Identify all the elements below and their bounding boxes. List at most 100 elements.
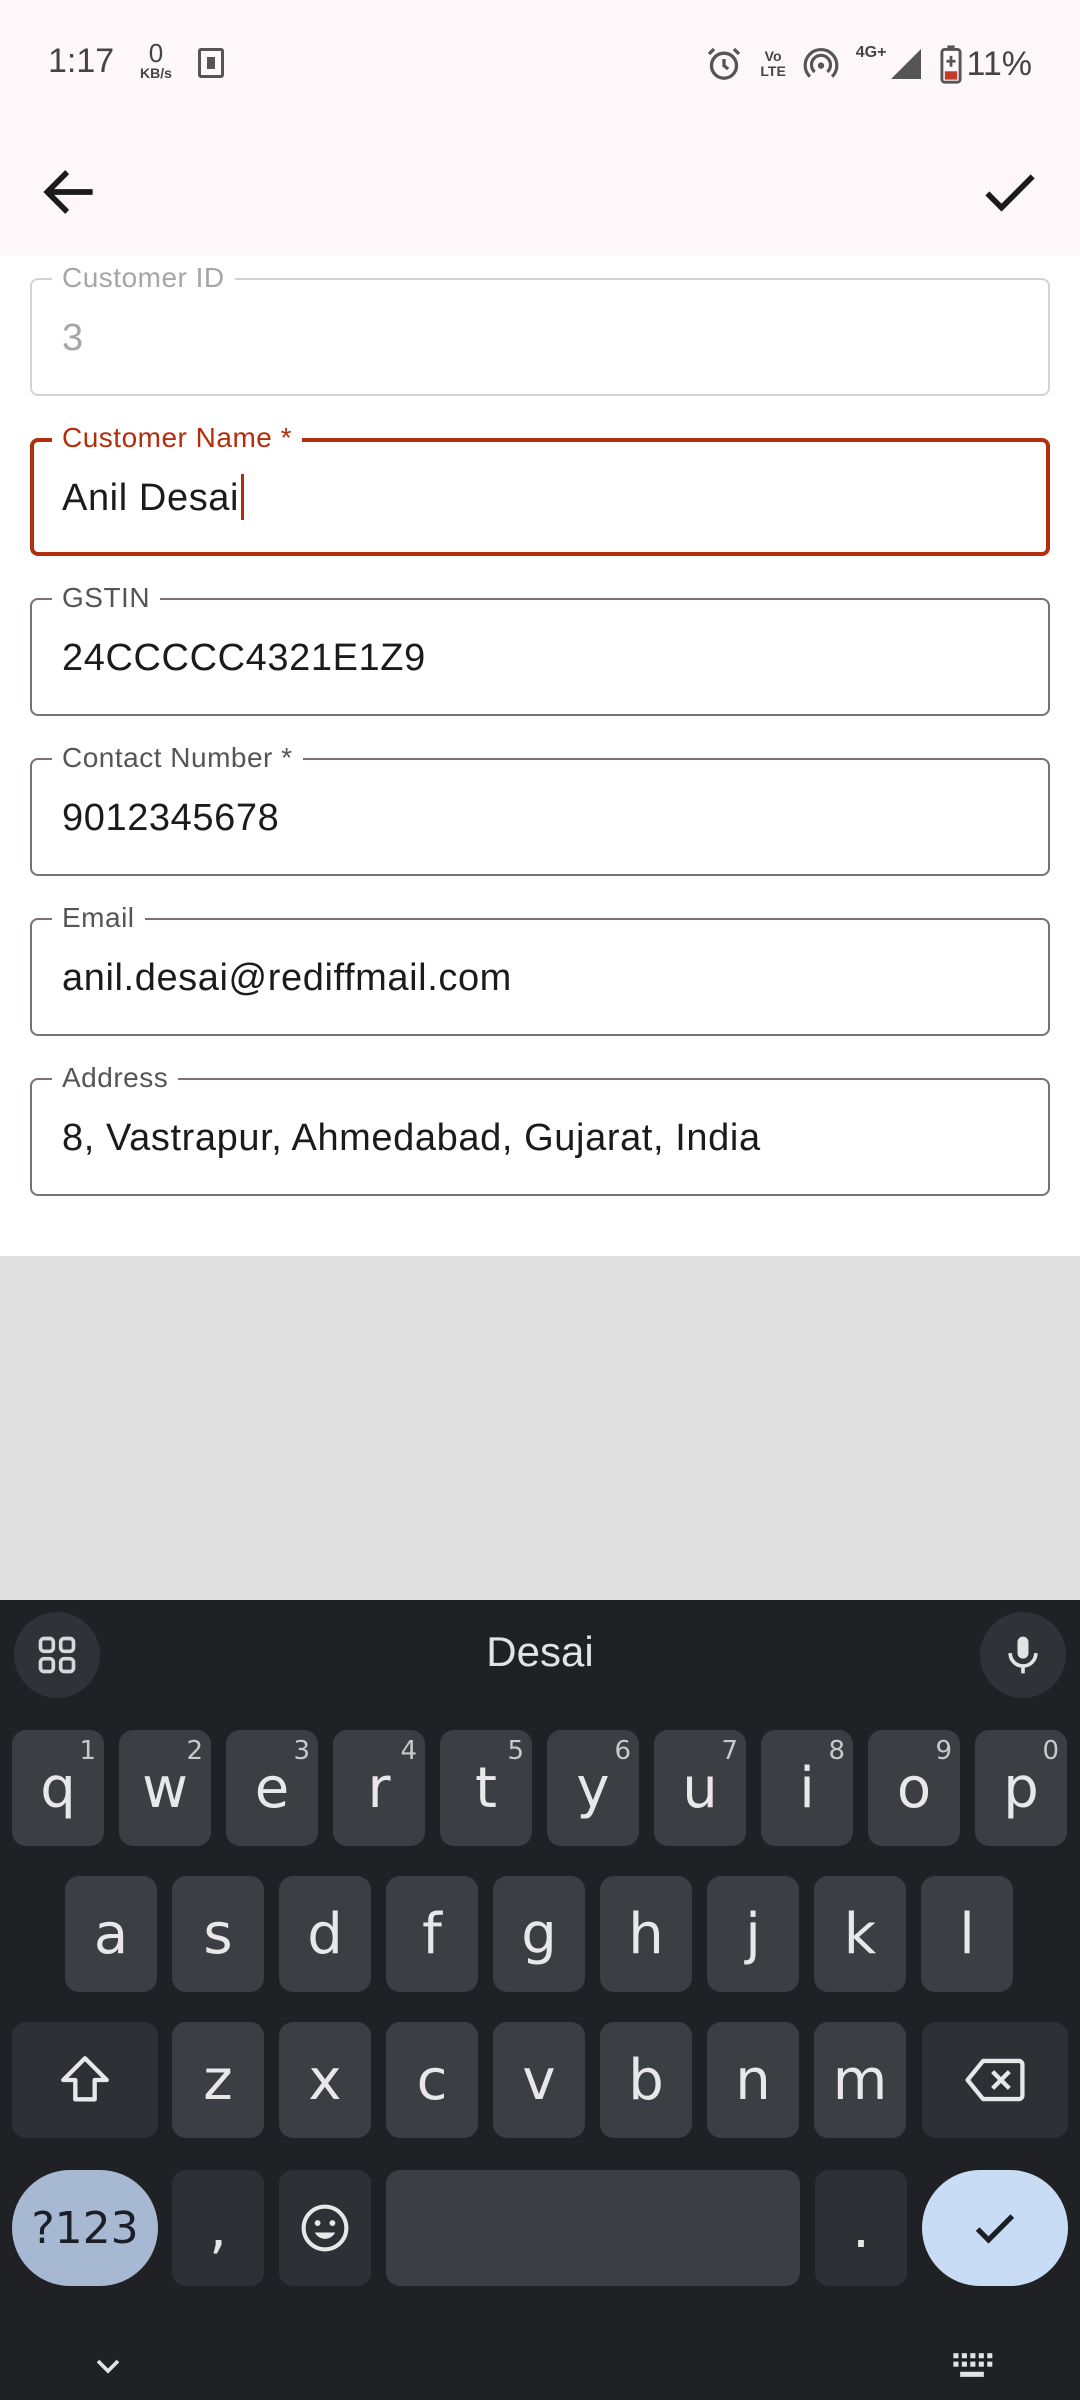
comma-key[interactable]: , (172, 2170, 264, 2286)
customer-id-field: Customer ID 3 (30, 262, 1050, 396)
network-speed-unit: KB/s (140, 65, 172, 81)
key-hint: 8 (828, 1736, 845, 1766)
key-label: t (475, 1755, 497, 1821)
key-k[interactable]: k (814, 1876, 906, 1992)
signal-icon (891, 49, 922, 79)
space-key[interactable] (386, 2170, 800, 2286)
key-s[interactable]: s (172, 1876, 264, 1992)
key-hint: 9 (935, 1736, 952, 1766)
microphone-icon[interactable] (980, 1612, 1066, 1698)
key-hint: 2 (186, 1736, 203, 1766)
key-label: a (93, 1901, 129, 1967)
app-bar (0, 128, 1080, 256)
key-hint: 6 (614, 1736, 631, 1766)
key-y[interactable]: y6 (547, 1730, 639, 1846)
gstin-label: GSTIN (52, 582, 161, 614)
key-label: w (142, 1755, 188, 1821)
key-d[interactable]: d (279, 1876, 371, 1992)
keyboard-switch-icon[interactable] (950, 2348, 994, 2382)
key-b[interactable]: b (600, 2022, 692, 2138)
gstin-value[interactable]: 24CCCCC4321E1Z9 (62, 636, 426, 680)
key-label: m (832, 2047, 888, 2113)
contact-number-field[interactable]: Contact Number * 9012345678 (30, 742, 1050, 876)
key-e[interactable]: e3 (226, 1730, 318, 1846)
key-label: b (628, 2047, 664, 2113)
key-label: r (367, 1755, 391, 1821)
key-label: u (682, 1755, 718, 1821)
key-c[interactable]: c (386, 2022, 478, 2138)
alarm-icon (708, 47, 741, 80)
status-time: 1:17 (48, 42, 115, 80)
network-type: 4G+ (855, 44, 887, 61)
key-hint: 7 (721, 1736, 738, 1766)
key-a[interactable]: a (65, 1876, 157, 1992)
key-label: v (522, 2047, 556, 2113)
key-label: g (521, 1901, 557, 1967)
key-p[interactable]: p0 (975, 1730, 1067, 1846)
key-x[interactable]: x (279, 2022, 371, 2138)
key-t[interactable]: t5 (440, 1730, 532, 1846)
check-icon[interactable] (976, 158, 1044, 226)
key-label: x (308, 2047, 342, 2113)
shift-key[interactable] (12, 2022, 158, 2138)
key-o[interactable]: o9 (868, 1730, 960, 1846)
enter-key[interactable] (922, 2170, 1068, 2286)
key-l[interactable]: l (921, 1876, 1013, 1992)
customer-id-value: 3 (62, 317, 84, 359)
customer-name-input[interactable]: Anil Desai (62, 473, 245, 520)
key-label: d (307, 1901, 343, 1967)
key-label: i (799, 1755, 815, 1821)
on-screen-keyboard: Desai q1w2e3r4t5y6u7i8o9p0 asdfghjkl zxc… (0, 1600, 1080, 2400)
key-f[interactable]: f (386, 1876, 478, 1992)
key-label: z (203, 2047, 233, 2113)
status-bar: 1:17 0 KB/s Vo LTE 4G+ 11% (0, 0, 1080, 128)
address-value[interactable]: 8, Vastrapur, Ahmedabad, Gujarat, India (62, 1116, 761, 1160)
keyboard-nav-bar (0, 2328, 1080, 2400)
address-label: Address (52, 1062, 179, 1094)
battery-percent: 11% (966, 44, 1032, 83)
email-label: Email (52, 902, 145, 934)
key-m[interactable]: m (814, 2022, 906, 2138)
volte-line2: LTE (760, 63, 786, 79)
hide-keyboard-icon[interactable] (88, 2346, 128, 2386)
sim-icon (198, 48, 224, 78)
emoji-key[interactable] (279, 2170, 371, 2286)
key-v[interactable]: v (493, 2022, 585, 2138)
suggestion-chip[interactable]: Desai (0, 1628, 1080, 1676)
key-w[interactable]: w2 (119, 1730, 211, 1846)
key-label: n (735, 2047, 771, 2113)
email-value[interactable]: anil.desai@rediffmail.com (62, 956, 512, 1000)
key-label: k (843, 1901, 877, 1967)
key-label: f (422, 1901, 442, 1967)
contact-number-value[interactable]: 9012345678 (62, 796, 279, 840)
status-icons: Vo LTE 4G+ 11% (704, 36, 1032, 92)
customer-id-label: Customer ID (52, 262, 235, 294)
customer-name-field[interactable]: Customer Name * Anil Desai (30, 422, 1050, 556)
key-j[interactable]: j (707, 1876, 799, 1992)
key-r[interactable]: r4 (333, 1730, 425, 1846)
gstin-field[interactable]: GSTIN 24CCCCC4321E1Z9 (30, 582, 1050, 716)
key-label: s (203, 1901, 233, 1967)
key-h[interactable]: h (600, 1876, 692, 1992)
key-label: q (40, 1755, 76, 1821)
key-q[interactable]: q1 (12, 1730, 104, 1846)
key-g[interactable]: g (493, 1876, 585, 1992)
symbols-key[interactable]: ?123 (12, 2170, 158, 2286)
period-key[interactable]: . (815, 2170, 907, 2286)
key-n[interactable]: n (707, 2022, 799, 2138)
network-speed: 0 KB/s (134, 40, 178, 80)
key-hint: 5 (507, 1736, 524, 1766)
key-label: p (1003, 1755, 1039, 1821)
email-field[interactable]: Email anil.desai@rediffmail.com (30, 902, 1050, 1036)
key-i[interactable]: i8 (761, 1730, 853, 1846)
key-label: o (896, 1755, 932, 1821)
key-label: l (959, 1901, 975, 1967)
backspace-key[interactable] (922, 2022, 1068, 2138)
key-z[interactable]: z (172, 2022, 264, 2138)
customer-name-label: Customer Name * (52, 422, 303, 454)
key-label: h (628, 1901, 664, 1967)
key-label: e (254, 1755, 290, 1821)
address-field[interactable]: Address 8, Vastrapur, Ahmedabad, Gujarat… (30, 1062, 1050, 1196)
arrow-back-icon[interactable] (36, 158, 104, 226)
key-u[interactable]: u7 (654, 1730, 746, 1846)
